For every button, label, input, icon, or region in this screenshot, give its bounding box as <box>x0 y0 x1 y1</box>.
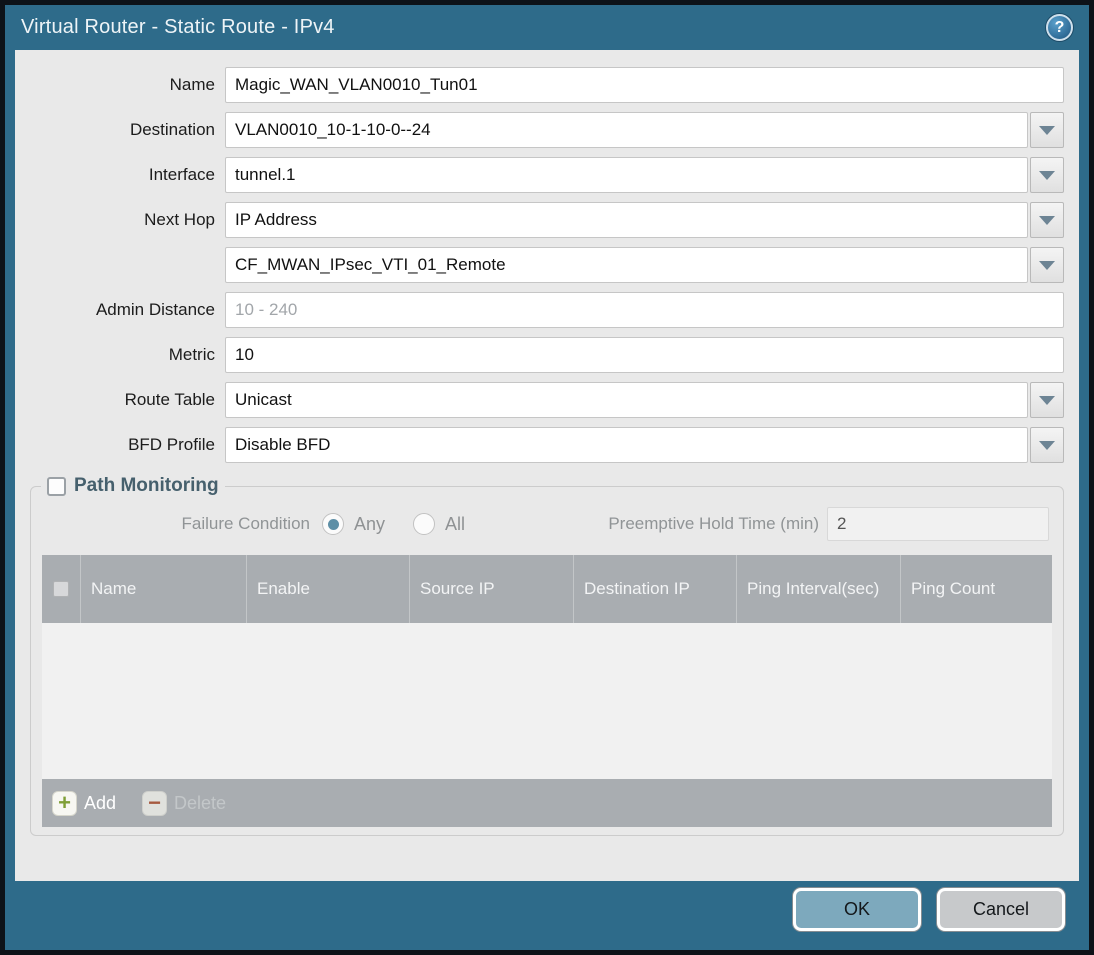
help-icon[interactable]: ? <box>1046 14 1073 41</box>
admin-distance-label: Admin Distance <box>95 300 215 319</box>
title-bar: Virtual Router - Static Route - IPv4 ? <box>5 5 1089 50</box>
select-all-cell <box>42 555 80 623</box>
route-table-input[interactable] <box>225 382 1028 418</box>
interface-label: Interface <box>148 165 215 184</box>
path-monitoring-section: Path Monitoring Failure Condition Any Al… <box>30 475 1064 836</box>
table-body-empty <box>42 623 1052 779</box>
next-hop-dropdown-button[interactable] <box>1030 202 1064 238</box>
chevron-down-icon <box>1039 395 1055 405</box>
form-row-route-table: Route Table <box>30 382 1064 418</box>
table-toolbar: + Add − Delete <box>42 779 1052 827</box>
preemptive-hold-label: Preemptive Hold Time (min) <box>608 514 819 533</box>
destination-input[interactable] <box>225 112 1028 148</box>
failure-option-all: All <box>413 513 465 535</box>
ok-button[interactable]: OK <box>793 888 921 931</box>
path-monitoring-table: Name Enable Source IP Destination IP Pin… <box>42 555 1052 827</box>
col-header-ping-count: Ping Count <box>900 555 1052 623</box>
next-hop-type-input[interactable] <box>225 202 1028 238</box>
form-row-bfd-profile: BFD Profile <box>30 427 1064 463</box>
failure-condition-label: Failure Condition <box>181 514 310 533</box>
metric-input[interactable] <box>225 337 1064 373</box>
failure-condition-row: Failure Condition Any All Preemptive Hol… <box>37 507 1057 541</box>
chevron-down-icon <box>1039 125 1055 135</box>
help-icon-glyph: ? <box>1054 18 1065 36</box>
path-monitoring-title: Path Monitoring <box>74 475 219 496</box>
add-button[interactable]: + Add <box>52 790 117 816</box>
destination-label: Destination <box>129 120 215 139</box>
path-monitoring-checkbox[interactable] <box>47 476 66 496</box>
destination-dropdown-button[interactable] <box>1030 112 1064 148</box>
route-table-dropdown-button[interactable] <box>1030 382 1064 418</box>
dialog-title: Virtual Router - Static Route - IPv4 <box>21 16 335 38</box>
form-row-next-hop-value <box>30 247 1064 283</box>
form-row-name: Name <box>30 67 1064 103</box>
interface-input[interactable] <box>225 157 1028 193</box>
col-header-ping-interval: Ping Interval(sec) <box>736 555 900 623</box>
failure-radio-any-label: Any <box>354 513 386 534</box>
next-hop-address-dropdown-button[interactable] <box>1030 247 1064 283</box>
col-header-name: Name <box>80 555 246 623</box>
cancel-button[interactable]: Cancel <box>937 888 1065 931</box>
admin-distance-input[interactable] <box>225 292 1064 328</box>
col-header-source-ip: Source IP <box>409 555 573 623</box>
col-header-destination-ip: Destination IP <box>573 555 736 623</box>
failure-radio-all[interactable] <box>413 513 436 535</box>
interface-dropdown-button[interactable] <box>1030 157 1064 193</box>
form-row-admin-distance: Admin Distance <box>30 292 1064 328</box>
chevron-down-icon <box>1039 170 1055 180</box>
form-row-interface: Interface <box>30 157 1064 193</box>
route-table-label: Route Table <box>124 390 215 409</box>
col-header-enable: Enable <box>246 555 409 623</box>
next-hop-address-input[interactable] <box>225 247 1028 283</box>
static-route-dialog: Virtual Router - Static Route - IPv4 ? N… <box>0 0 1094 955</box>
name-label: Name <box>169 75 215 94</box>
path-monitoring-legend: Path Monitoring <box>41 475 225 497</box>
failure-radio-all-label: All <box>445 513 466 534</box>
chevron-down-icon <box>1039 215 1055 225</box>
form-row-metric: Metric <box>30 337 1064 373</box>
table-header-row: Name Enable Source IP Destination IP Pin… <box>42 555 1052 623</box>
chevron-down-icon <box>1039 260 1055 270</box>
minus-icon: − <box>142 790 168 816</box>
metric-label: Metric <box>168 345 215 364</box>
delete-button-label: Delete <box>174 792 227 813</box>
add-button-label: Add <box>84 792 117 813</box>
next-hop-label: Next Hop <box>144 210 215 229</box>
form-row-next-hop: Next Hop <box>30 202 1064 238</box>
bfd-profile-dropdown-button[interactable] <box>1030 427 1064 463</box>
failure-option-any: Any <box>322 513 385 535</box>
failure-radio-any[interactable] <box>322 513 344 535</box>
chevron-down-icon <box>1039 440 1055 450</box>
dialog-body: Name Destination Interface <box>15 50 1079 881</box>
plus-icon: + <box>52 790 77 816</box>
bfd-profile-input[interactable] <box>225 427 1028 463</box>
name-input[interactable] <box>225 67 1064 103</box>
form-row-destination: Destination <box>30 112 1064 148</box>
select-all-checkbox[interactable] <box>53 581 69 597</box>
dialog-footer: OK Cancel <box>5 881 1089 950</box>
bfd-profile-label: BFD Profile <box>128 435 215 454</box>
delete-button[interactable]: − Delete <box>142 790 227 816</box>
preemptive-hold-input[interactable] <box>827 507 1049 541</box>
